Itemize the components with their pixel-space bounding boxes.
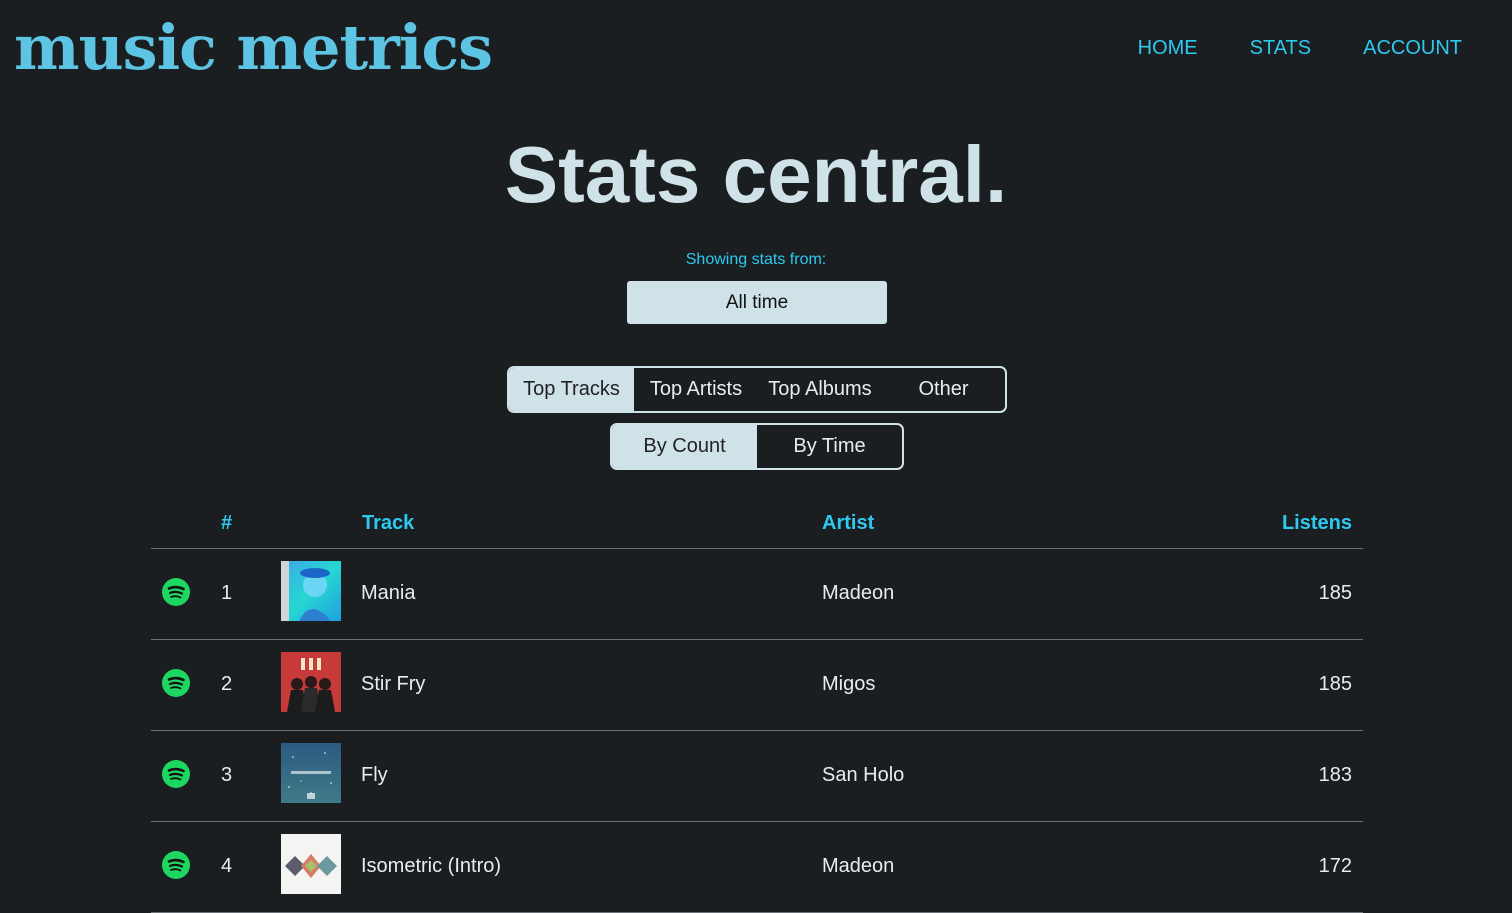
rank: 3 (221, 764, 233, 786)
sort-toggle: By Count By Time (610, 423, 904, 470)
spotify-icon[interactable] (162, 851, 190, 879)
site-logo[interactable]: music metrics (14, 8, 493, 88)
sort-by-count-button[interactable]: By Count (612, 425, 757, 468)
spotify-icon[interactable] (162, 669, 190, 697)
rank-header: # (221, 512, 233, 534)
track-name[interactable]: Isometric (Intro) (361, 855, 501, 877)
artist-name[interactable]: San Holo (822, 764, 904, 786)
table-row: 1 Mania Madeon 185 (151, 549, 1363, 640)
listen-count: 185 (1318, 582, 1352, 604)
top-tracks-table: # Track Artist Listens 1 Mania Madeon 18… (151, 500, 1363, 913)
tab-other[interactable]: Other (882, 368, 1005, 411)
track-name[interactable]: Mania (361, 582, 415, 604)
nav-account-link[interactable]: ACCOUNT (1363, 34, 1462, 62)
table-row: 3 Fly San Holo 183 (151, 731, 1363, 822)
artist-name[interactable]: Madeon (822, 582, 894, 604)
track-name[interactable]: Stir Fry (361, 673, 425, 695)
listen-count: 185 (1318, 673, 1352, 695)
tab-top-artists[interactable]: Top Artists (634, 368, 758, 411)
album-art-adventure-icon (281, 834, 341, 894)
nav-stats-link[interactable]: STATS (1250, 34, 1311, 62)
track-header: Track (362, 512, 415, 534)
listen-count: 172 (1318, 855, 1352, 877)
sort-by-time-button[interactable]: By Time (757, 425, 902, 468)
artist-name[interactable]: Migos (822, 673, 875, 695)
artist-name[interactable]: Madeon (822, 855, 894, 877)
rank: 1 (221, 582, 233, 604)
track-name[interactable]: Fly (361, 764, 388, 786)
listen-count: 183 (1318, 764, 1352, 786)
tab-top-tracks[interactable]: Top Tracks (509, 368, 634, 411)
album-art-cosmos-icon (281, 743, 341, 803)
rank: 4 (221, 855, 233, 877)
artist-header: Artist (822, 512, 875, 534)
table-row: 2 Stir Fry Migos 185 (151, 640, 1363, 731)
page-title: Stats central. (504, 130, 1008, 219)
album-art-mania-icon (281, 561, 341, 621)
category-tabs: Top Tracks Top Artists Top Albums Other (507, 366, 1007, 413)
spotify-icon[interactable] (162, 760, 190, 788)
tab-top-albums[interactable]: Top Albums (758, 368, 882, 411)
album-art-culture-ii-icon (281, 652, 341, 712)
nav-home-link[interactable]: HOME (1138, 34, 1198, 62)
table-header: # Track Artist Listens (151, 500, 1363, 549)
range-label: Showing stats from: (685, 251, 827, 268)
rank: 2 (221, 673, 233, 695)
main-nav: HOME STATS ACCOUNT (1138, 34, 1462, 62)
spotify-icon[interactable] (162, 578, 190, 606)
listens-header: Listens (1281, 512, 1352, 534)
table-row: 4 Isometric (Intro) Madeon 172 (151, 822, 1363, 913)
time-range-dropdown[interactable]: All time (627, 281, 887, 324)
